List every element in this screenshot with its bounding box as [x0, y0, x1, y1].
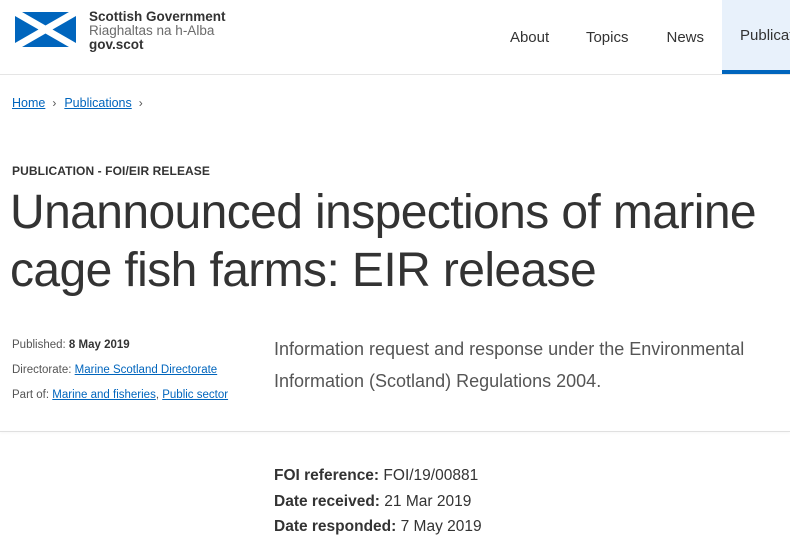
chevron-right-icon: ›	[52, 96, 57, 110]
foi-reference-value: FOI/19/00881	[379, 467, 479, 484]
part-of-link-public-sector[interactable]: Public sector	[162, 389, 228, 401]
date-responded-value: 7 May 2019	[396, 518, 482, 535]
saltire-flag-icon	[15, 12, 76, 47]
part-of-label: Part of:	[12, 389, 53, 401]
logo-name-gaelic: Riaghaltas na h-Alba	[89, 23, 215, 38]
site-header: Scottish Government Riaghaltas na h-Alba…	[0, 0, 790, 75]
published-date: 8 May 2019	[68, 339, 130, 351]
date-received-label: Date received:	[274, 492, 380, 510]
published-label: Published:	[12, 339, 69, 351]
breadcrumb-home-link[interactable]: Home	[12, 96, 45, 110]
publication-metadata: Published: 8 May 2019 Directorate: Marin…	[12, 333, 228, 408]
nav-item-publications[interactable]: Publications	[722, 0, 790, 74]
foi-details: FOI reference: FOI/19/00881 Date receive…	[274, 463, 482, 540]
date-received-value: 21 Mar 2019	[379, 492, 472, 510]
directorate-label: Directorate:	[12, 364, 75, 376]
logo-domain: gov.scot	[89, 37, 144, 52]
logo-name-english: Scottish Government	[89, 9, 226, 24]
logo-text: Scottish Government Riaghaltas na h-Alba…	[89, 10, 226, 52]
section-divider	[0, 431, 790, 432]
scottish-government-logo[interactable]: Scottish Government Riaghaltas na h-Alba…	[15, 10, 226, 52]
publication-type-label: PUBLICATION - FOI/EIR RELEASE	[12, 164, 211, 178]
publication-summary: Information request and response under t…	[274, 339, 745, 391]
nav-item-topics[interactable]: Topics	[586, 0, 667, 74]
directorate-row: Directorate: Marine Scotland Directorate	[12, 358, 228, 383]
date-responded-row: Date responded: 7 May 2019	[274, 514, 482, 540]
directorate-link[interactable]: Marine Scotland Directorate	[75, 364, 218, 376]
foi-reference-label: FOI reference:	[274, 467, 380, 484]
date-received-row: Date received: 21 Mar 2019	[274, 489, 482, 515]
chevron-right-icon: ›	[138, 96, 143, 110]
page-title: Unannounced inspections of marine cage f…	[10, 186, 757, 297]
nav-item-news[interactable]: News	[666, 0, 722, 74]
nav-item-about[interactable]: About	[493, 0, 586, 74]
breadcrumb-publications-link[interactable]: Publications	[64, 96, 131, 110]
breadcrumb: Home › Publications ›	[12, 96, 151, 110]
foi-reference-row: FOI reference: FOI/19/00881	[274, 463, 482, 489]
main-navigation: About Topics News Publications	[493, 0, 790, 74]
published-row: Published: 8 May 2019	[12, 333, 228, 358]
part-of-row: Part of: Marine and fisheries, Public se…	[12, 383, 228, 408]
date-responded-label: Date responded:	[274, 518, 397, 535]
part-of-link-marine-and-fisheries[interactable]: Marine and fisheries	[52, 389, 156, 401]
